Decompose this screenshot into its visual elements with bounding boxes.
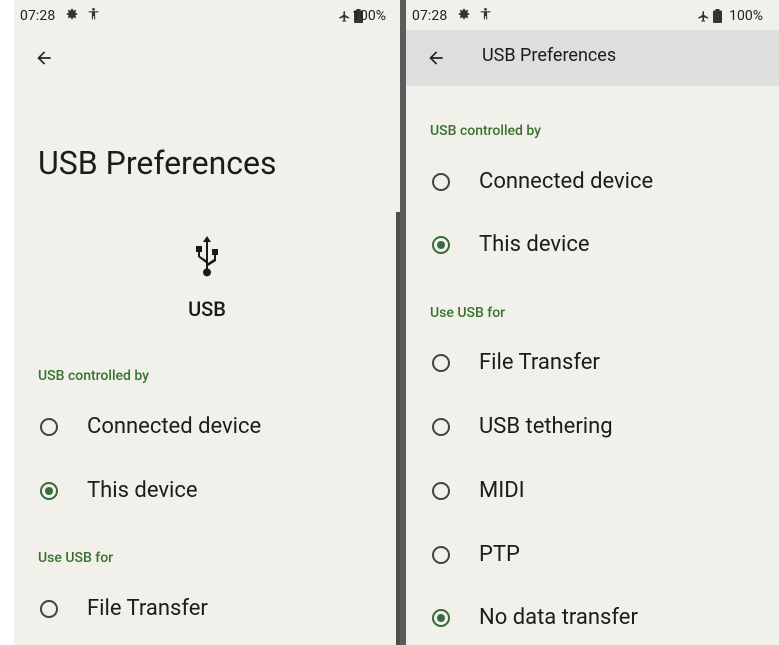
radio-label: This device [479,232,590,257]
radio-unchecked-icon[interactable] [432,482,450,500]
radio-this-device[interactable]: This device [406,226,776,266]
airplane-icon [698,11,709,22]
section-use-usb-for: Use USB for [430,305,506,321]
battery-percent: 100% [352,8,386,24]
battery-icon [713,9,722,23]
settings-gear-icon [458,8,470,20]
radio-no-data-transfer[interactable]: No data transfer [406,599,776,639]
accessibility-icon [480,8,491,20]
radio-usb-tethering[interactable]: USB tethering [406,408,776,448]
radio-ptp[interactable]: PTP [406,536,776,576]
section-usb-controlled-by: USB controlled by [430,123,542,139]
radio-label: USB tethering [479,414,613,439]
radio-label: File Transfer [479,350,600,375]
radio-label: Connected device [479,169,654,194]
radio-label: File Transfer [87,596,208,621]
radio-midi[interactable]: MIDI [406,472,776,512]
section-usb-controlled-by: USB controlled by [38,368,150,384]
back-arrow-icon[interactable] [426,48,446,68]
radio-checked-icon[interactable] [432,609,450,627]
radio-label: MIDI [479,478,525,503]
app-bar: USB Preferences [406,30,779,86]
radio-checked-icon[interactable] [432,236,450,254]
accessibility-icon [88,8,99,20]
status-time: 07:28 [412,8,448,24]
radio-label: Connected device [87,414,262,439]
status-time: 07:28 [20,8,56,24]
status-bar: 07:28 100% [406,0,779,30]
section-use-usb-for: Use USB for [38,550,114,566]
radio-unchecked-icon[interactable] [40,600,58,618]
status-bar: 07:28 100% [14,0,400,30]
radio-unchecked-icon[interactable] [432,354,450,372]
airplane-icon [339,11,350,22]
radio-file-transfer[interactable]: File Transfer [14,590,394,630]
right-screen: 07:28 100% USB Preferences USB controlle… [406,0,779,645]
radio-label: No data transfer [479,605,638,630]
settings-gear-icon [66,8,78,20]
radio-unchecked-icon[interactable] [432,173,450,191]
left-screen: 07:28 100% USB Preferences USB USB contr… [14,0,400,645]
app-bar-title: USB Preferences [482,45,617,66]
radio-label: This device [87,478,198,503]
back-arrow-icon[interactable] [34,48,54,68]
radio-this-device[interactable]: This device [14,472,394,512]
usb-icon [196,236,218,277]
page-title: USB Preferences [38,144,277,182]
radio-unchecked-icon[interactable] [432,418,450,436]
radio-unchecked-icon[interactable] [40,418,58,436]
usb-label: USB [188,297,226,321]
radio-label: PTP [479,542,520,567]
radio-unchecked-icon[interactable] [432,546,450,564]
battery-percent: 100% [729,8,763,24]
radio-connected-device[interactable]: Connected device [14,408,394,448]
radio-file-transfer[interactable]: File Transfer [406,344,776,384]
radio-checked-icon[interactable] [40,482,58,500]
radio-connected-device[interactable]: Connected device [406,163,776,203]
